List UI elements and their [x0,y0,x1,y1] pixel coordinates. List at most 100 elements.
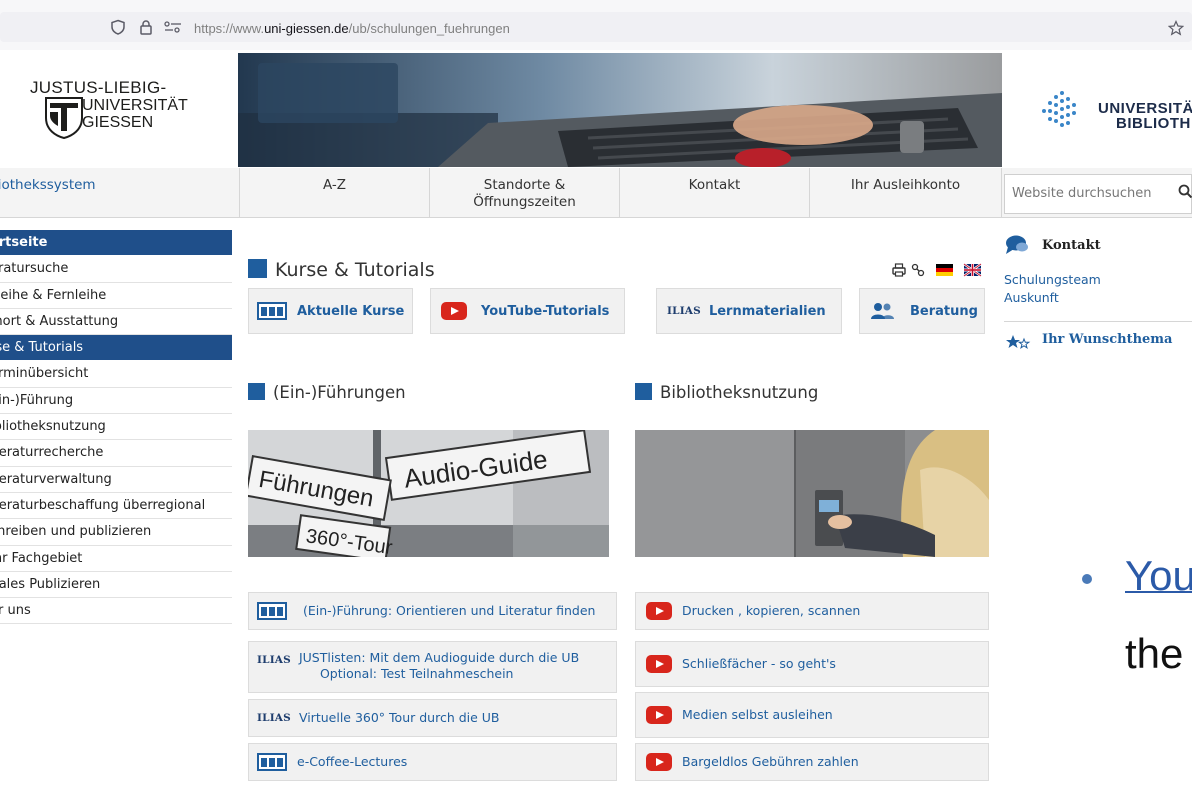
sidebar-item-einfuehrung[interactable]: Ein-)Führung [0,388,232,415]
bibliotheksnutzung-image[interactable] [635,430,989,557]
url-text[interactable]: https://www.uni-giessen.de/ub/schulungen… [194,21,510,36]
list-item-medien-ausleihen[interactable]: Medien selbst ausleihen [635,692,989,738]
sidebar-item-label: eratursuche [0,261,69,277]
sidebar-item-digitales-publizieren[interactable]: itales Publizieren [0,572,232,599]
sidebar-item-label: iteraturbeschaffung überregional [0,497,206,513]
sidebar-item-label: mort & Ausstattung [0,313,119,329]
slide-body-text: the [1125,630,1184,677]
sidebar-item-kurse-tutorials[interactable]: rse & Tutorials [0,335,232,362]
list-item-e-coffee-lectures[interactable]: e-Coffee-Lectures [248,743,617,781]
locker-photo [635,430,989,557]
nav-label: Kontakt [688,177,741,193]
sidebar-item-ueber-uns[interactable]: er uns [0,598,232,625]
sidebar-item-label: iteraturverwaltung [0,471,112,487]
tile-lernmaterialien[interactable]: ILIAS Lernmaterialien [656,288,842,334]
list-item-label: Drucken , kopieren, scannen [682,603,861,618]
link-ihr-wunschthema[interactable]: Ihr Wunschthema [1042,332,1172,347]
link-auskunft[interactable]: Auskunft [1004,290,1059,305]
list-item-label: Virtuelle 360° Tour durch die UB [298,710,500,725]
sidebar-item-schreiben[interactable]: chreiben und publizieren [0,519,232,546]
tile-youtube-tutorials[interactable]: YouTube-Tutorials [430,288,625,334]
nav-kontakt[interactable]: Kontakt [620,168,810,218]
section-heading-text: (Ein-)Führungen [273,383,406,402]
ub-logo-line2: BIBLIOTH [1116,115,1191,132]
search-icon[interactable] [1178,184,1192,198]
shield-icon[interactable] [110,19,126,35]
list-item-sublabel: Optional: Test Teilnahmeschein [319,666,514,681]
ilias-icon: ILIAS [257,654,291,666]
sidebar-item-startseite[interactable]: artseite [0,230,232,257]
list-item-label: JUSTlisten: Mit dem Audioguide durch die… [298,650,580,665]
list-item-justlisten[interactable]: ILIAS JUSTlisten: Mit dem Audioguide dur… [248,641,617,693]
url-path: /ub/schulungen_fuehrungen [348,21,510,36]
list-item-drucken[interactable]: Drucken , kopieren, scannen [635,592,989,630]
ilias-icon: ILIAS [257,712,291,724]
share-link-icon[interactable] [911,263,925,277]
people-icon [871,303,894,319]
link-schulungsteam[interactable]: Schulungsteam [1004,272,1101,287]
jlu-logo-line2: UNIVERSITÄT [82,97,188,114]
uk-flag-icon[interactable] [963,263,982,277]
course-icon [257,602,287,620]
list-item-schliessfaecher[interactable]: Schließfächer - so geht's [635,641,989,687]
sidebar-item-label: Ihr Fachgebiet [0,550,83,566]
lock-icon[interactable] [138,19,154,35]
section-heading-text: Bibliotheksnutzung [660,383,819,402]
print-icon[interactable] [892,263,906,277]
heading-square-icon [248,383,265,400]
permissions-icon[interactable] [163,19,183,35]
sidebar-item-literatursuche[interactable]: eratursuche [0,256,232,283]
slide-link-text[interactable]: You [1125,552,1192,600]
sidebar-item-terminuebersicht[interactable]: erminübersicht [0,361,232,388]
sidebar-item-label: iteraturrecherche [0,445,104,461]
bullet-dot [1082,574,1092,584]
nav-standorte[interactable]: Standorte & Öffnungszeiten [430,168,620,218]
nav-label: A-Z [322,177,347,193]
nav-bibliothekssystem[interactable]: liothekssystem [0,168,240,218]
sidebar-item-bibliotheksnutzung[interactable]: ibliotheksnutzung [0,414,232,441]
list-item-360-tour[interactable]: ILIAS Virtuelle 360° Tour durch die UB [248,699,617,737]
sidebar-item-label: artseite [0,235,48,250]
sidebar-item-fachgebiet[interactable]: Ihr Fachgebiet [0,546,232,572]
sidebar-item-label: sleihe & Fernleihe [0,287,107,303]
street-signs-photo: Audio-Guide Führungen 360°-Tour [248,430,609,557]
list-item-einfuehrung-orientieren[interactable]: (Ein-)Führung: Orientieren und Literatur… [248,592,617,630]
sidebar-item-label: er uns [0,603,31,619]
jlu-logo-line1: JUSTUS-LIEBIG- [30,78,167,97]
list-item-label: Bargeldlos Gebühren zahlen [682,754,859,769]
sidebar-item-lernort[interactable]: mort & Ausstattung [0,309,232,336]
title-square-icon [248,259,267,278]
section-heading-bibliotheksnutzung: Bibliotheksnutzung [635,383,818,402]
tile-aktuelle-kurse[interactable]: Aktuelle Kurse [248,288,413,334]
nav-a-z[interactable]: A-Z [240,168,430,218]
list-item-text: JUSTlisten: Mit dem Audioguide durch die… [299,650,579,682]
course-icon [257,302,287,320]
url-domain: uni-giessen.de [264,21,349,36]
section-heading-fuehrungen: (Ein-)Führungen [248,383,406,402]
nav-label: Ihr Ausleihkonto [850,177,961,193]
fuehrungen-image[interactable]: Audio-Guide Führungen 360°-Tour [248,430,609,557]
heading-square-icon [635,383,652,400]
sidebar-item-label: chreiben und publizieren [0,524,152,540]
sidebar-item-label: ibliotheksnutzung [0,419,106,435]
page-title-text: Kurse & Tutorials [275,259,435,281]
sidebar-item-label: itales Publizieren [0,576,101,592]
list-item-gebuehren-zahlen[interactable]: Bargeldlos Gebühren zahlen [635,743,989,781]
banner-photo [238,53,1002,167]
bookmark-star-icon[interactable] [1168,20,1184,36]
stars-icon [1006,335,1031,349]
youtube-icon [646,753,672,771]
sidebar-item-label: rse & Tutorials [0,340,84,356]
nav-label: Standorte & Öffnungszeiten [473,177,576,210]
sidebar-item-literaturrecherche[interactable]: iteraturrecherche [0,440,232,467]
nav-ausleihkonto[interactable]: Ihr Ausleihkonto [810,168,1002,218]
sidebar: artseite eratursuche sleihe & Fernleihe … [0,230,232,625]
url-prefix: https://www. [194,21,265,36]
page-title: Kurse & Tutorials [248,259,435,281]
sidebar-item-literaturbeschaffung[interactable]: iteraturbeschaffung überregional [0,493,232,520]
top-navigation: liothekssystem A-Z Standorte & Öffnungsz… [0,168,1002,218]
tile-beratung[interactable]: Beratung [859,288,985,334]
sidebar-item-literaturverwaltung[interactable]: iteraturverwaltung [0,467,232,493]
german-flag-icon[interactable] [936,264,953,276]
sidebar-item-ausleihe[interactable]: sleihe & Fernleihe [0,283,232,309]
